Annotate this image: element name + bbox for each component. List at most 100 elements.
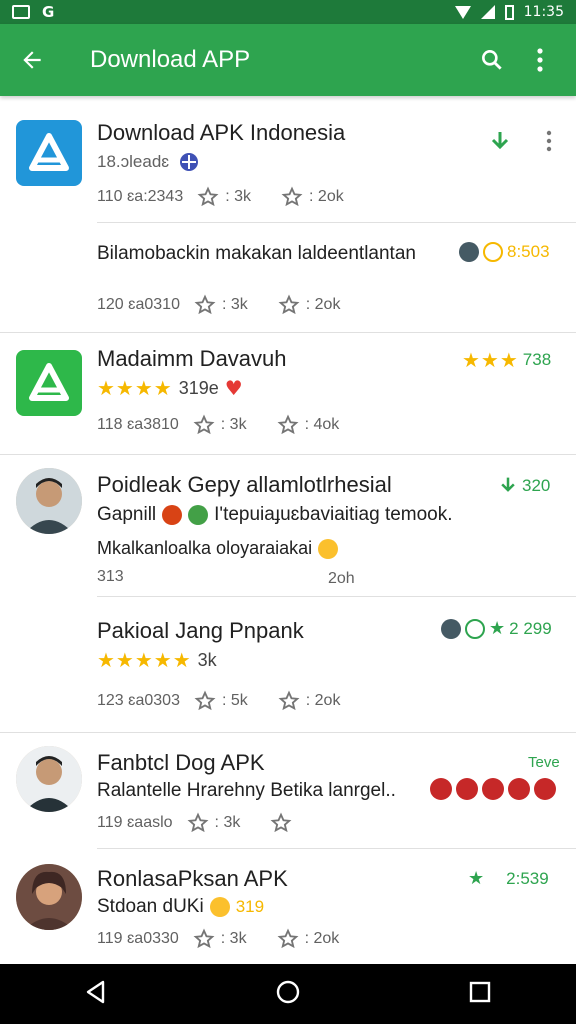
download-icon [501,477,515,492]
item-title: Poidleak Gepy allamlotlrhesial [97,472,392,497]
divider [97,848,576,849]
item-stat: : 3k [214,814,241,831]
item-meta: 119 ɛa0330 [97,930,179,947]
item-right-value: 320 [522,476,551,495]
avatar [16,864,82,930]
item-subtitle: Stdoan dUKi [97,896,204,917]
list-item[interactable]: Madaimm Davavuh ★★★★ 319e ♥ ★★★ 738 118 … [0,332,576,454]
square-recents-icon [469,981,491,1003]
rating-stars: ★★★ [462,348,519,372]
avatar [16,468,82,534]
star-outline-icon [193,928,215,949]
item-right-value: 2:539 [506,868,549,888]
item-line: Mkalkanloalka oloyaraiakai [97,538,313,558]
item-line: Gapnill [97,504,157,525]
battery-icon [504,4,514,20]
item-subtitle-value: 319 [235,897,265,916]
list-item[interactable]: Fanbtcl Dog APK Teve Ralantelle Hrarehny… [0,732,576,964]
app-logo-icon [16,350,82,416]
nav-recents-button[interactable] [467,979,493,1009]
item-right-value: Teve [528,754,560,771]
item-title: Bilamobackin makakan laldeentlantan [97,243,416,264]
overflow-menu-button[interactable] [520,40,560,80]
app-logo-icon [16,120,82,186]
app-bar: Download APP [0,24,576,96]
smiley-icon [318,538,339,559]
more-vert-icon [537,48,543,72]
item-right-value: 738 [522,350,552,369]
back-button[interactable] [16,44,48,76]
emoji-icon [430,778,452,800]
g-notification-icon: G [42,3,55,21]
item-subtitle: 3k [197,649,217,670]
status-time: 11:35 [523,4,564,20]
app-list: Download APK Indonesia 18.ɔleadɛ 110 ɛa:… [0,96,576,964]
item-stat: : 3k [220,930,247,947]
item-line: I'tepuiaɟuɛbaviaitiag temook. [214,504,453,525]
avatar-emoji-icon [441,618,461,639]
divider [97,222,576,223]
emoji-icon [162,505,183,525]
item-meta: 120 ɛa0310 [97,296,180,313]
triangle-back-icon [86,980,105,1004]
download-button[interactable] [488,130,512,158]
item-title: Download APK Indonesia [97,120,346,145]
page-title: Download APP [90,46,251,73]
emoji-icon [534,778,556,800]
item-stat: : 5k [221,692,248,709]
item-right-value: 2 299 [509,618,552,638]
item-title: Madaimm Davavuh [97,346,287,371]
item-title: RonlasaPksan APK [97,866,288,891]
status-bar: G 11:35 [0,0,576,24]
rating-stars: ★★★★★ [97,648,192,672]
wifi-icon [454,5,471,19]
star-outline-icon [277,414,299,435]
item-subtitle: Ralantelle Hrarehny Betika lanrgel.. [97,780,396,801]
emoji-icon [508,778,530,800]
item-meta: 313 [97,568,124,585]
star-outline-icon [197,186,219,207]
list-item[interactable]: Poidleak Gepy allamlotlrhesial 320 Gapni… [0,454,576,732]
nav-home-button[interactable] [275,979,301,1009]
circle-home-icon [276,980,300,1004]
star-outline-icon [270,812,292,833]
system-nav-bar [0,964,576,1024]
item-stat: : 2ok [305,296,341,313]
item-stat: : 3k [221,296,248,313]
search-button[interactable] [472,40,512,80]
emoji-row [430,778,556,800]
shield-icon [180,153,199,171]
star-icon: ★ [468,868,485,889]
search-icon [482,50,502,70]
list-item[interactable]: Download APK Indonesia 18.ɔleadɛ 110 ɛa:… [0,96,576,332]
emoji-icon [456,778,478,800]
item-subtitle: 18.ɔleadɛ [97,152,170,171]
item-meta: 123 ɛa0303 [97,692,180,709]
smiley-icon [209,897,230,917]
avatar [16,746,82,812]
star-outline-icon [278,294,300,315]
emoji-icon [482,778,504,800]
cell-signal-icon [480,5,495,19]
star-outline-icon [193,414,215,435]
star-icon: ★ [489,618,506,639]
item-stat: : 2ok [304,930,340,947]
star-outline-icon [194,294,216,315]
star-outline-icon [194,690,216,711]
more-vert-icon [546,130,552,152]
download-icon [491,132,509,150]
item-stat: : 3k [220,416,247,433]
rating-stars: ★★★★ [97,376,173,400]
item-stat: : 2ok [305,692,341,709]
circle-icon [465,618,485,639]
item-stat: : 3k [225,188,252,205]
item-subtitle: 319e [178,377,219,398]
item-title: Pakioal Jang Pnpank [97,618,304,643]
star-outline-icon [281,186,303,207]
item-title: Fanbtcl Dog APK [97,750,265,775]
gallery-notification-icon [12,5,30,19]
nav-back-button[interactable] [83,979,109,1009]
item-overflow-button[interactable] [546,130,552,156]
item-stat: : 2ok [309,188,344,205]
item-meta: 110 ɛa:2343 [97,188,184,205]
